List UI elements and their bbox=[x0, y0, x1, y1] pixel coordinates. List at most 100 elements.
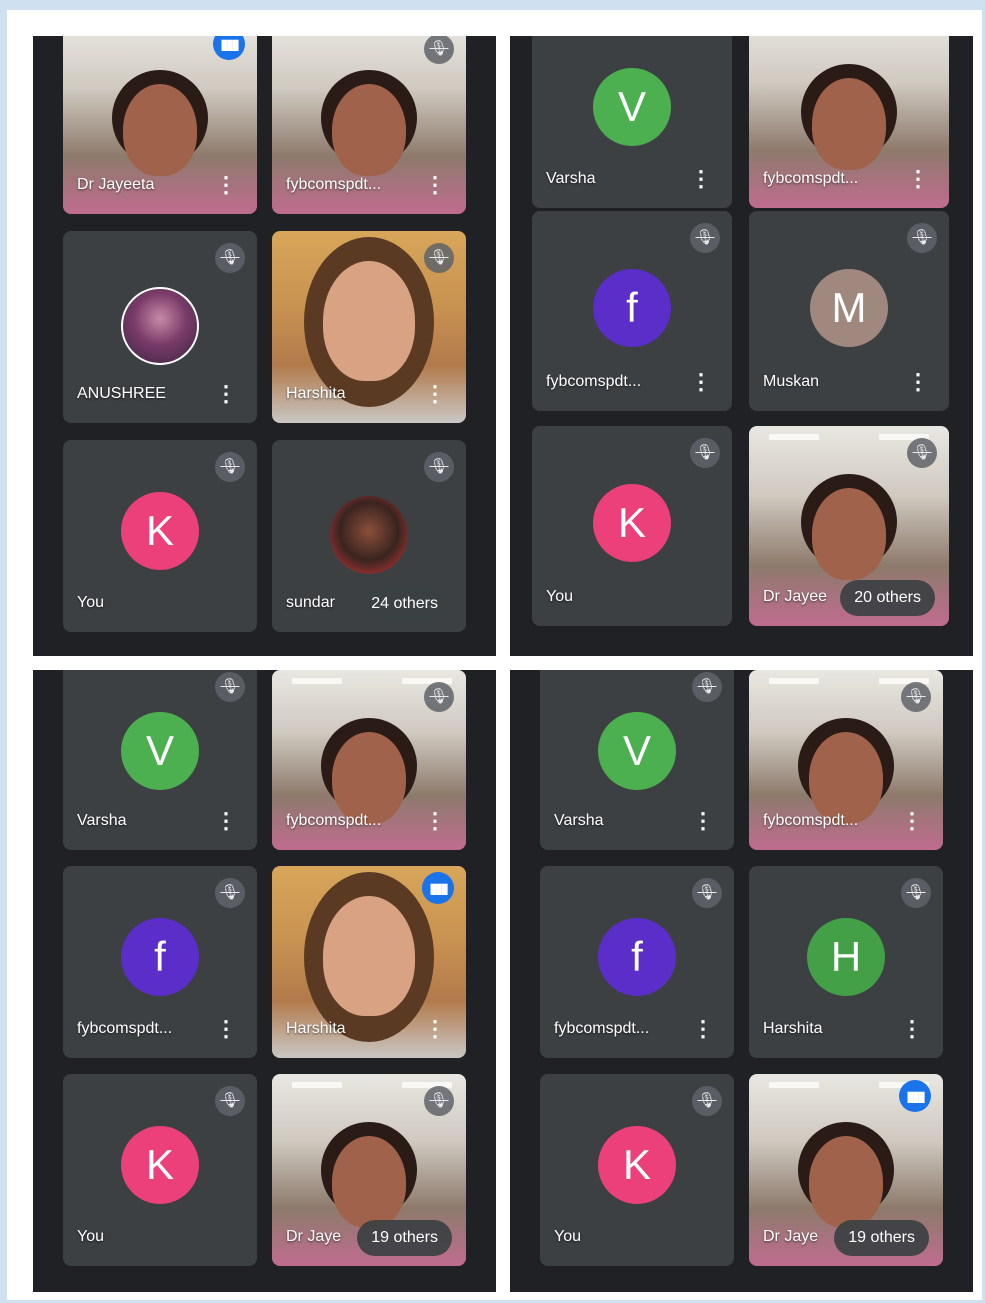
more-vert-icon[interactable]: ⋮ bbox=[690, 371, 712, 393]
participant-tile[interactable]: K 🎙 You bbox=[63, 1074, 257, 1266]
mic-off-icon: 🎙 bbox=[215, 672, 245, 702]
participant-name: Varsha bbox=[77, 812, 127, 829]
participant-name: fybcomspdt... bbox=[286, 176, 382, 193]
participant-name: You bbox=[77, 1228, 104, 1245]
letter-avatar: K bbox=[121, 1126, 199, 1204]
mic-off-icon: 🎙 bbox=[690, 438, 720, 468]
others-count-badge[interactable]: 24 others bbox=[357, 586, 452, 622]
participant-name: Harshita bbox=[286, 1020, 346, 1037]
participant-name: fybcomspdt... bbox=[546, 373, 642, 390]
participant-name: You bbox=[77, 594, 104, 611]
more-vert-icon[interactable]: ⋮ bbox=[215, 810, 237, 832]
participant-tile[interactable]: K 🎙 You bbox=[532, 426, 732, 626]
speaking-icon: ▮▮▮ bbox=[899, 1080, 931, 1112]
mic-off-icon: 🎙 bbox=[215, 1086, 245, 1116]
participant-face bbox=[332, 84, 406, 176]
mic-off-icon: 🎙 bbox=[424, 243, 454, 273]
letter-avatar: M bbox=[810, 269, 888, 347]
more-vert-icon[interactable]: ⋮ bbox=[424, 174, 446, 196]
letter-avatar: f bbox=[593, 269, 671, 347]
more-vert-icon[interactable]: ⋮ bbox=[690, 168, 712, 190]
more-vert-icon[interactable]: ⋮ bbox=[907, 168, 929, 190]
participant-tile[interactable]: K 🎙 You bbox=[540, 1074, 734, 1266]
mic-off-icon: 🎙 bbox=[424, 682, 454, 712]
participant-tile[interactable]: f 🎙 fybcomspdt... ⋮ bbox=[532, 211, 732, 411]
participant-tile[interactable]: 🎙 Dr Jaye 19 others bbox=[272, 1074, 466, 1266]
participant-name: Varsha bbox=[546, 170, 596, 187]
participant-tile[interactable]: M 🎙 Muskan ⋮ bbox=[749, 211, 949, 411]
letter-avatar: V bbox=[598, 712, 676, 790]
participant-name: Dr Jaye bbox=[286, 1228, 342, 1245]
participant-tile[interactable]: ▮▮▮ Dr Jayeeta ⋮ bbox=[63, 36, 257, 214]
letter-avatar: H bbox=[807, 918, 885, 996]
participant-tile[interactable]: 🎙 fybcomspdt... ⋮ bbox=[272, 36, 466, 214]
more-vert-icon[interactable]: ⋮ bbox=[424, 810, 446, 832]
participant-name: fybcomspdt... bbox=[763, 170, 859, 187]
more-vert-icon[interactable]: ⋮ bbox=[692, 1018, 714, 1040]
letter-avatar: K bbox=[593, 484, 671, 562]
speaking-icon: ▮▮▮ bbox=[213, 36, 245, 60]
participant-tile[interactable]: V 🎙 Varsha ⋮ bbox=[63, 670, 257, 850]
mic-off-icon: 🎙 bbox=[901, 682, 931, 712]
meeting-screen-2: V Varsha ⋮ fybcomspdt... ⋮ f 🎙 fybcomspdt... ⋮ M 🎙… bbox=[510, 36, 973, 656]
participant-tile[interactable]: V Varsha ⋮ bbox=[532, 36, 732, 208]
participant-tile[interactable]: 🎙 sundar 24 others bbox=[272, 440, 466, 632]
participant-tile[interactable]: V 🎙 Varsha ⋮ bbox=[540, 670, 734, 850]
more-vert-icon[interactable]: ⋮ bbox=[424, 1018, 446, 1040]
participant-face bbox=[812, 488, 886, 580]
letter-avatar: f bbox=[121, 918, 199, 996]
participant-face bbox=[809, 1136, 883, 1228]
others-count-badge[interactable]: 19 others bbox=[357, 1220, 452, 1256]
participant-tile[interactable]: K 🎙 You bbox=[63, 440, 257, 632]
meeting-screen-1: ▮▮▮ Dr Jayeeta ⋮ 🎙 fybcomspdt... ⋮ 🎙 ANUSHREE ⋮ 🎙… bbox=[33, 36, 496, 656]
participant-tile[interactable]: f 🎙 fybcomspdt... ⋮ bbox=[540, 866, 734, 1058]
letter-avatar: K bbox=[598, 1126, 676, 1204]
participant-name: ANUSHREE bbox=[77, 385, 166, 402]
participant-tile[interactable]: ▮▮▮ Harshita ⋮ bbox=[272, 866, 466, 1058]
mic-off-icon: 🎙 bbox=[907, 223, 937, 253]
more-vert-icon[interactable]: ⋮ bbox=[901, 1018, 923, 1040]
participant-tile[interactable]: 🎙 Dr Jayee 20 others bbox=[749, 426, 949, 626]
participant-tile[interactable]: 🎙 fybcomspdt... ⋮ bbox=[749, 670, 943, 850]
participant-name: fybcomspdt... bbox=[763, 812, 859, 829]
participant-face bbox=[812, 78, 886, 170]
letter-avatar: V bbox=[121, 712, 199, 790]
others-count-badge[interactable]: 19 others bbox=[834, 1220, 929, 1256]
participant-face bbox=[323, 261, 415, 381]
mic-off-icon: 🎙 bbox=[215, 452, 245, 482]
more-vert-icon[interactable]: ⋮ bbox=[215, 174, 237, 196]
more-vert-icon[interactable]: ⋮ bbox=[215, 383, 237, 405]
others-count-badge[interactable]: 20 others bbox=[840, 580, 935, 616]
profile-photo-avatar bbox=[330, 496, 408, 574]
participant-tile[interactable]: fybcomspdt... ⋮ bbox=[749, 36, 949, 208]
mic-off-icon: 🎙 bbox=[215, 878, 245, 908]
participant-name: Dr Jaye bbox=[763, 1228, 819, 1245]
more-vert-icon[interactable]: ⋮ bbox=[692, 810, 714, 832]
more-vert-icon[interactable]: ⋮ bbox=[901, 810, 923, 832]
participant-name: fybcomspdt... bbox=[554, 1020, 650, 1037]
participant-face bbox=[809, 732, 883, 824]
participant-face bbox=[332, 732, 406, 824]
mic-off-icon: 🎙 bbox=[424, 452, 454, 482]
mic-off-icon: 🎙 bbox=[690, 223, 720, 253]
participant-name: Harshita bbox=[286, 385, 346, 402]
speaking-icon: ▮▮▮ bbox=[422, 872, 454, 904]
participant-name: You bbox=[546, 588, 573, 605]
participant-tile[interactable]: f 🎙 fybcomspdt... ⋮ bbox=[63, 866, 257, 1058]
more-vert-icon[interactable]: ⋮ bbox=[215, 1018, 237, 1040]
participant-tile[interactable]: 🎙 fybcomspdt... ⋮ bbox=[272, 670, 466, 850]
more-vert-icon[interactable]: ⋮ bbox=[424, 383, 446, 405]
mic-off-icon: 🎙 bbox=[901, 878, 931, 908]
letter-avatar: V bbox=[593, 68, 671, 146]
participant-tile[interactable]: H 🎙 Harshita ⋮ bbox=[749, 866, 943, 1058]
more-vert-icon[interactable]: ⋮ bbox=[907, 371, 929, 393]
participant-name: Muskan bbox=[763, 373, 820, 390]
mic-off-icon: 🎙 bbox=[692, 878, 722, 908]
participant-name: You bbox=[554, 1228, 581, 1245]
mic-off-icon: 🎙 bbox=[424, 1086, 454, 1116]
mic-off-icon: 🎙 bbox=[215, 243, 245, 273]
participant-tile[interactable]: 🎙 ANUSHREE ⋮ bbox=[63, 231, 257, 423]
participant-tile[interactable]: ▮▮▮ Dr Jaye 19 others bbox=[749, 1074, 943, 1266]
participant-name: fybcomspdt... bbox=[286, 812, 382, 829]
participant-tile[interactable]: 🎙 Harshita ⋮ bbox=[272, 231, 466, 423]
